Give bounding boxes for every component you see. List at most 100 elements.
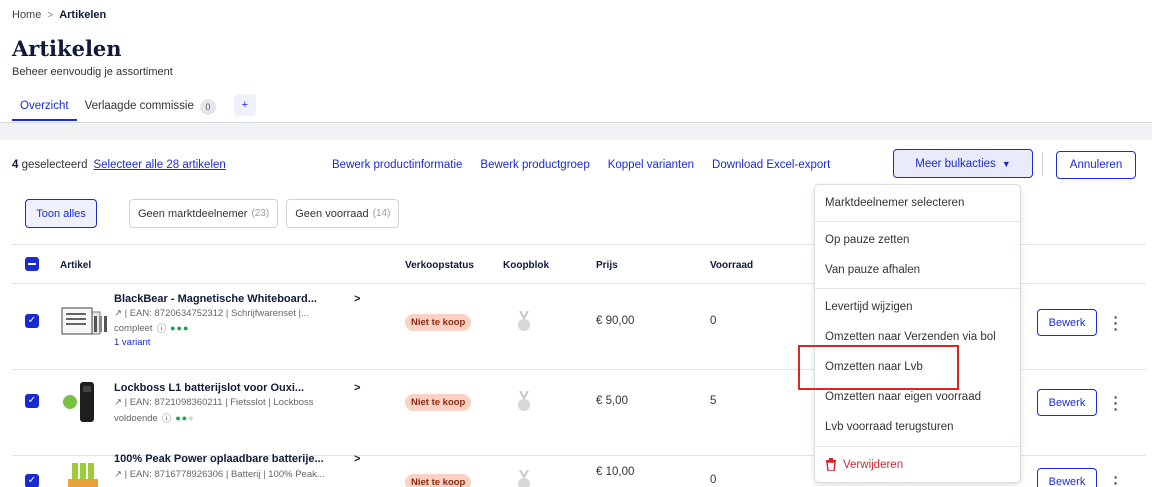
info-icon[interactable]: ⓘ [157, 321, 167, 335]
edit-button[interactable]: Bewerk [1037, 309, 1097, 336]
tab-verlaagde-commissie[interactable]: Verlaagde commissie 0 [77, 94, 224, 121]
whiteboard-thumbnail [61, 307, 107, 335]
link-variants-link[interactable]: Koppel varianten [608, 159, 694, 171]
row-checkbox[interactable]: ✓ [25, 474, 39, 487]
buybox-medal-icon [518, 470, 530, 487]
product-meta-text: | EAN: 8721098360211 | Fietsslot | Lockb… [124, 397, 314, 408]
menu-item-convert-own-stock[interactable]: Omzetten naar eigen voorraad [825, 391, 981, 403]
chevron-down-icon: ▼ [1001, 158, 1011, 169]
info-icon[interactable]: ⓘ [162, 411, 172, 425]
breadcrumb-current: Artikelen [59, 9, 107, 21]
filter-label: Geen marktdeelnemer [138, 207, 248, 220]
batteries-thumbnail [68, 463, 98, 487]
toolbar-separator [1042, 152, 1043, 176]
column-header-verkoopstatus[interactable]: Verkoopstatus [405, 260, 474, 271]
tab-count-badge: 0 [199, 99, 216, 115]
content-quality: compleet ⓘ ●●● [114, 321, 190, 336]
menu-divider [815, 221, 1020, 222]
product-title-link[interactable]: 100% Peak Power oplaadbare batterije... [114, 453, 324, 465]
menu-item-change-delivery-time[interactable]: Levertijd wijzigen [825, 301, 913, 313]
more-options-icon[interactable]: · · · [1112, 390, 1120, 416]
stock-value: 0 [710, 315, 717, 327]
download-excel-link[interactable]: Download Excel-export [712, 159, 830, 171]
external-link-icon[interactable]: ↗ [114, 469, 122, 480]
bulk-actions: Bewerk productinformatie Bewerk productg… [332, 140, 830, 190]
stock-value: 5 [710, 395, 717, 407]
column-header-prijs[interactable]: Prijs [596, 260, 618, 271]
menu-item-select-market-participant[interactable]: Marktdeelnemer selecteren [825, 197, 964, 209]
selected-number: 4 [12, 159, 19, 171]
edit-product-group-link[interactable]: Bewerk productgroep [480, 159, 589, 171]
filter-show-all[interactable]: Toon alles [25, 199, 97, 228]
buybox-medal-icon [518, 311, 530, 331]
battery-lock-thumbnail [63, 382, 94, 422]
product-meta-text: | EAN: 8720634752312 | Schrijfwarenset |… [124, 308, 309, 319]
cancel-button[interactable]: Annuleren [1056, 151, 1136, 179]
tab-label: Overzicht [20, 100, 69, 112]
selected-text: geselecteerd [21, 159, 88, 171]
tab-label: Verlaagde commissie [84, 100, 194, 112]
more-bulk-actions-button[interactable]: Meer bulkacties ▼ [893, 149, 1033, 178]
filter-label: Toon alles [36, 207, 86, 220]
edit-button[interactable]: Bewerk [1037, 389, 1097, 416]
menu-item-pause[interactable]: Op pauze zetten [825, 234, 909, 246]
select-all-checkbox[interactable] [25, 257, 39, 271]
more-bulk-actions-label: Meer bulkacties [915, 157, 996, 170]
column-header-koopblok[interactable]: Koopblok [503, 260, 549, 271]
filter-bar: Toon alles Geen marktdeelnemer (23) Geen… [25, 199, 400, 228]
variant-link[interactable]: 1 variant [114, 337, 150, 348]
filter-count: (23) [251, 208, 270, 219]
product-title-link[interactable]: BlackBear - Magnetische Whiteboard... [114, 293, 317, 305]
status-badge: Niet te koop [405, 314, 472, 331]
content-quality-text: compleet [114, 322, 153, 334]
row-checkbox[interactable]: ✓ [25, 314, 39, 328]
menu-item-return-lvb-stock[interactable]: Lvb voorraad terugsturen [825, 421, 954, 433]
buybox-medal-icon [518, 391, 530, 411]
stock-value: 0 [710, 474, 717, 486]
more-options-icon[interactable]: · · [1112, 470, 1120, 487]
breadcrumb: Home > Artikelen [12, 9, 106, 21]
price-value: € 10,00 [596, 466, 635, 478]
price-value: € 5,00 [596, 395, 628, 407]
content-quality: voldoende ⓘ ●●● [114, 411, 195, 426]
quality-dots: ●●● [170, 323, 190, 333]
menu-item-unpause[interactable]: Van pauze afhalen [825, 264, 920, 276]
external-link-icon[interactable]: ↗ [114, 397, 122, 408]
filter-no-market-participant[interactable]: Geen marktdeelnemer (23) [129, 199, 279, 228]
filter-label: Geen voorraad [295, 207, 369, 220]
product-meta: ↗ | EAN: 8716778926306 | Batterij | 100%… [114, 469, 325, 480]
delete-label: Verwijderen [843, 458, 904, 471]
tab-bar: Overzicht Verlaagde commissie 0 + [12, 94, 256, 122]
menu-item-convert-vvb[interactable]: Omzetten naar Verzenden via bol [825, 331, 996, 343]
more-options-icon[interactable]: · · · [1112, 310, 1120, 336]
menu-divider [815, 288, 1020, 289]
highlight-annotation [798, 345, 959, 390]
select-all-link[interactable]: Selecteer alle 28 artikelen [93, 159, 225, 171]
trash-icon [826, 458, 836, 471]
breadcrumb-home[interactable]: Home [12, 9, 41, 21]
column-header-voorraad[interactable]: Voorraad [710, 260, 753, 271]
page-title: Artikelen [12, 36, 122, 61]
page-subtitle: Beheer eenvoudig je assortiment [12, 66, 173, 78]
breadcrumb-separator-icon: > [47, 9, 54, 21]
status-badge: Niet te koop [405, 394, 472, 411]
menu-item-delete[interactable]: Verwijderen [825, 458, 903, 471]
bulk-actions-dropdown: Marktdeelnemer selecteren Op pauze zette… [814, 184, 1021, 483]
edit-product-info-link[interactable]: Bewerk productinformatie [332, 159, 462, 171]
filter-no-stock[interactable]: Geen voorraad (14) [286, 199, 400, 228]
chevron-right-icon[interactable]: > [354, 382, 360, 394]
column-header-artikel[interactable]: Artikel [60, 260, 91, 271]
product-title-link[interactable]: Lockboss L1 batterijslot voor Ouxi... [114, 382, 304, 394]
external-link-icon[interactable]: ↗ [114, 308, 122, 319]
edit-button[interactable]: Bewerk [1037, 468, 1097, 487]
tab-overzicht[interactable]: Overzicht [12, 94, 77, 121]
selected-count: 4 geselecteerd [12, 159, 87, 171]
chevron-right-icon[interactable]: > [354, 293, 360, 305]
add-tab-button[interactable]: + [233, 94, 256, 116]
content-quality-text: voldoende [114, 412, 158, 424]
status-badge: Niet te koop [405, 474, 472, 487]
bulk-action-bar: 4 geselecteerd Selecteer alle 28 artikel… [12, 140, 1146, 190]
chevron-right-icon[interactable]: > [354, 453, 360, 465]
section-divider [0, 122, 1152, 140]
row-checkbox[interactable]: ✓ [25, 394, 39, 408]
